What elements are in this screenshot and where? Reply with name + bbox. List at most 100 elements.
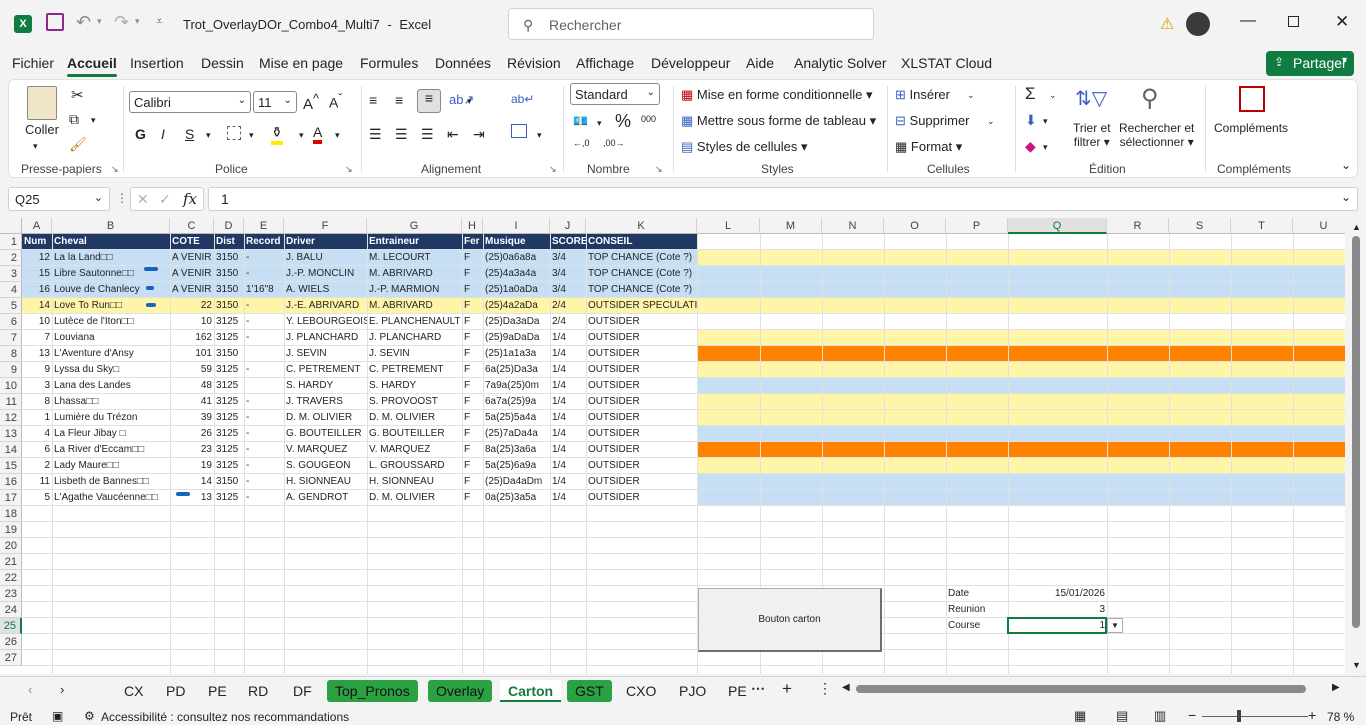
borders-dropdown-icon[interactable]: ▾ — [249, 130, 254, 141]
font-launcher-icon[interactable]: ↘ — [345, 164, 353, 175]
align-center-icon[interactable]: ☰ — [395, 126, 408, 143]
table-cell[interactable]: F — [462, 394, 483, 410]
percent-icon[interactable]: % — [615, 111, 631, 132]
column-header-a[interactable]: A — [22, 218, 52, 234]
table-cell[interactable] — [244, 378, 284, 394]
row-header-1[interactable]: 1 — [0, 234, 22, 250]
column-header-b[interactable]: B — [52, 218, 170, 234]
sheet-tab-df[interactable]: DF — [285, 680, 320, 702]
scroll-left-icon[interactable]: ◀ — [842, 682, 850, 693]
table-cell[interactable]: 23 — [170, 442, 214, 458]
table-cell[interactable]: 8a(25)3a6a — [483, 442, 550, 458]
table-cell[interactable] — [244, 346, 284, 362]
row-header-15[interactable]: 15 — [0, 458, 22, 474]
table-cell[interactable]: (25)9aDaDa — [483, 330, 550, 346]
accessibility-icon[interactable]: ⚙ — [84, 709, 95, 723]
insert-dropdown-icon[interactable]: ⌄ — [967, 90, 975, 101]
table-cell[interactable]: 12 — [22, 250, 52, 266]
table-cell[interactable]: J. BALU — [284, 250, 367, 266]
table-cell[interactable]: - — [244, 426, 284, 442]
table-cell[interactable]: 3/4 — [550, 250, 586, 266]
table-header-cell[interactable]: Fer — [462, 234, 483, 250]
info-value[interactable]: 15/01/2026 — [1008, 586, 1107, 602]
table-cell[interactable]: TOP CHANCE (Cote ?) — [586, 266, 697, 282]
collapse-ribbon-icon[interactable]: ⌄ — [1341, 158, 1351, 172]
table-cell[interactable]: 5a(25)6a9a — [483, 458, 550, 474]
cut-icon[interactable]: ✂ — [71, 86, 84, 104]
sheet-options-icon[interactable]: ⋮ — [818, 680, 832, 697]
zoom-slider-thumb[interactable] — [1237, 710, 1241, 722]
table-cell[interactable]: 1/4 — [550, 442, 586, 458]
prev-sheet-icon[interactable]: ‹ — [28, 682, 32, 697]
table-cell[interactable]: La Fleur Jibay □ — [52, 426, 170, 442]
avatar[interactable] — [1186, 12, 1210, 36]
table-cell[interactable]: F — [462, 362, 483, 378]
select-all-corner[interactable] — [0, 218, 22, 234]
row-header-16[interactable]: 16 — [0, 474, 22, 490]
table-cell[interactable]: - — [244, 410, 284, 426]
table-cell[interactable]: J.-E. ABRIVARD — [284, 298, 367, 314]
clipboard-launcher-icon[interactable]: ↘ — [111, 164, 119, 175]
tab-mise-en-page[interactable]: Mise en page — [259, 55, 343, 71]
table-cell[interactable]: (25)4a3a4a — [483, 266, 550, 282]
table-cell[interactable]: 3125 — [214, 490, 244, 506]
table-cell[interactable]: - — [244, 458, 284, 474]
row-header-14[interactable]: 14 — [0, 442, 22, 458]
table-cell[interactable]: 9 — [22, 362, 52, 378]
copy-icon[interactable]: ⧉ — [69, 111, 79, 128]
tab-donnees[interactable]: Données — [435, 55, 491, 71]
scrollbar-thumb[interactable] — [1352, 236, 1360, 628]
table-cell[interactable]: F — [462, 298, 483, 314]
sheet-tab-pjo[interactable]: PJO — [671, 680, 714, 702]
align-left-icon[interactable]: ☰ — [369, 126, 382, 143]
table-cell[interactable]: Lana des Landes — [52, 378, 170, 394]
tab-developpeur[interactable]: Développeur — [651, 55, 730, 71]
table-cell[interactable]: - — [244, 362, 284, 378]
table-header-cell[interactable]: CONSEIL — [586, 234, 697, 250]
align-middle-icon[interactable]: ≡ — [395, 92, 403, 108]
table-header-cell[interactable]: Cheval — [52, 234, 170, 250]
column-header-n[interactable]: N — [822, 218, 884, 234]
row-header-23[interactable]: 23 — [0, 586, 22, 602]
sheet-tab-pe-2[interactable]: PE — [720, 680, 755, 702]
font-color-icon[interactable]: A — [313, 124, 323, 144]
table-cell[interactable]: Y. LEBOURGEOIS — [284, 314, 367, 330]
paste-button[interactable]: Coller — [25, 122, 59, 137]
table-cell[interactable]: F — [462, 458, 483, 474]
macro-record-icon[interactable]: ▣ — [52, 709, 63, 723]
table-cell[interactable]: 3125 — [214, 378, 244, 394]
column-header-j[interactable]: J — [550, 218, 586, 234]
scroll-up-icon[interactable]: ▲ — [1352, 222, 1361, 232]
table-cell[interactable]: 1/4 — [550, 362, 586, 378]
more-options-icon[interactable]: ⋮ — [116, 191, 128, 205]
table-cell[interactable]: (25)1a1a3a — [483, 346, 550, 362]
table-cell[interactable]: Lyssa du Sky□ — [52, 362, 170, 378]
table-header-cell[interactable]: Musique — [483, 234, 550, 250]
redo-icon[interactable]: ↷ — [114, 12, 129, 33]
table-cell[interactable]: 1 — [22, 410, 52, 426]
borders-icon[interactable] — [227, 126, 241, 140]
table-cell[interactable]: 6a(25)Da3a — [483, 362, 550, 378]
column-header-k[interactable]: K — [586, 218, 697, 234]
name-box[interactable]: Q25 ⌄ — [8, 187, 110, 211]
table-cell[interactable]: OUTSIDER — [586, 410, 697, 426]
orientation-dropdown-icon[interactable]: ▾ — [467, 96, 472, 107]
page-break-icon[interactable]: ▥ — [1154, 708, 1166, 724]
table-cell[interactable]: A VENIR — [170, 266, 214, 282]
table-cell[interactable]: S. PROVOOST — [367, 394, 462, 410]
table-cell[interactable]: S. HARDY — [284, 378, 367, 394]
table-cell[interactable]: - — [244, 298, 284, 314]
cancel-icon[interactable]: ✕ — [137, 191, 149, 208]
table-cell[interactable]: (25)4a2aDa — [483, 298, 550, 314]
table-cell[interactable]: OUTSIDER — [586, 362, 697, 378]
table-cell[interactable]: A. GENDROT — [284, 490, 367, 506]
row-header-13[interactable]: 13 — [0, 426, 22, 442]
table-cell[interactable]: OUTSIDER — [586, 490, 697, 506]
table-cell[interactable]: 26 — [170, 426, 214, 442]
table-cell[interactable]: F — [462, 330, 483, 346]
clear-dropdown-icon[interactable]: ▾ — [1043, 142, 1048, 153]
column-header-m[interactable]: M — [760, 218, 822, 234]
column-header-d[interactable]: D — [214, 218, 244, 234]
table-cell[interactable]: F — [462, 250, 483, 266]
table-header-cell[interactable]: Dist — [214, 234, 244, 250]
